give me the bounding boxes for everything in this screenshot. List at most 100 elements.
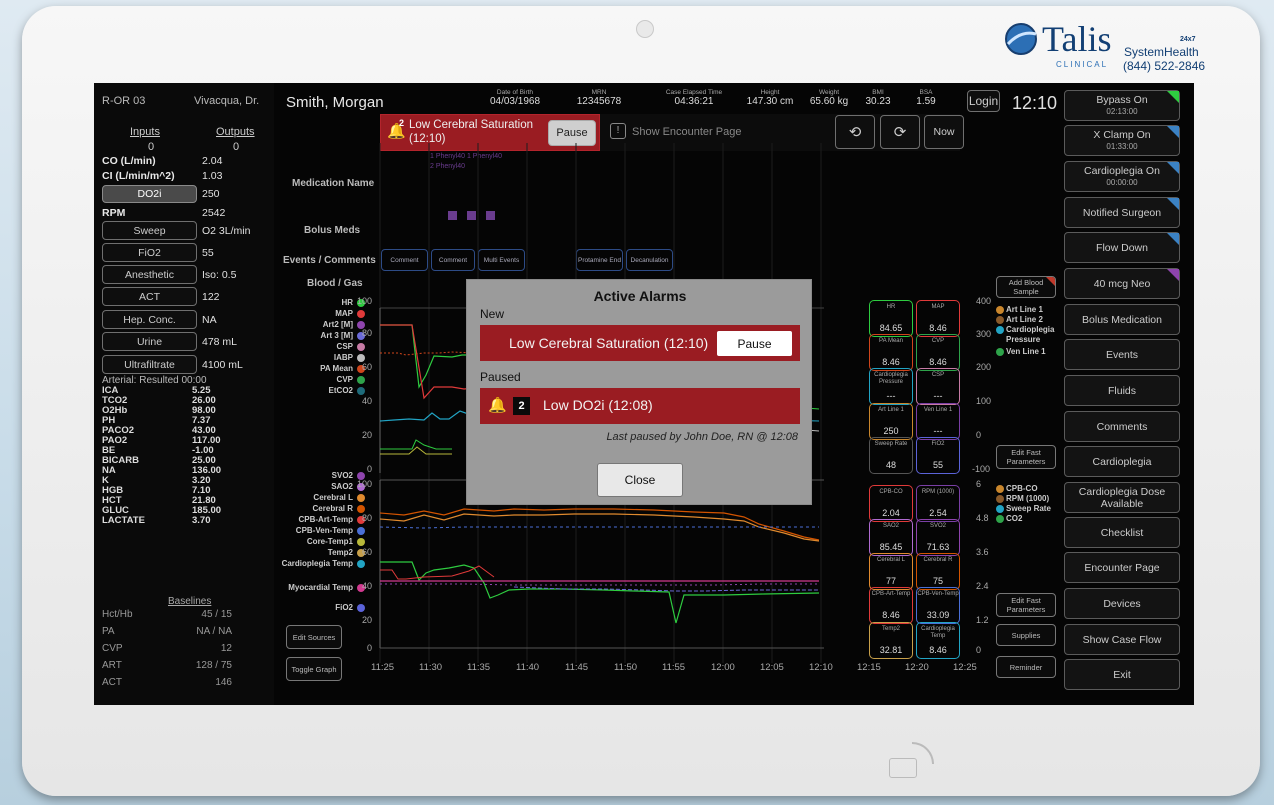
legend-cardioplegia-pressure[interactable]: Cardioplegia Pressure xyxy=(996,325,1066,345)
do2i-button[interactable]: DO2i xyxy=(102,185,197,203)
bypass-on-button[interactable]: Bypass On 02:13:00 xyxy=(1064,90,1180,121)
tile-ven-line-1[interactable]: Ven Line 1 --- xyxy=(916,403,960,440)
y-axis-bottom: 100 80 60 40 20 0 xyxy=(356,479,372,653)
co-label: CO (L/min) xyxy=(102,155,156,167)
legend-rpm[interactable]: RPM (1000) xyxy=(996,494,1066,504)
tile-cpb-co[interactable]: CPB-CO 2.04 xyxy=(869,485,913,522)
events-button[interactable]: Events xyxy=(1064,339,1180,370)
modal-close-button[interactable]: Close xyxy=(597,463,683,497)
modal-paused-label: Paused xyxy=(480,370,521,384)
inputs-label[interactable]: Inputs xyxy=(130,126,160,138)
modal-pause-button[interactable]: Pause xyxy=(717,331,792,356)
legend-art-line-2[interactable]: Art Line 2 xyxy=(996,315,1066,325)
edit-fast-parameters-button-2[interactable]: Edit Fast Parameters xyxy=(996,593,1056,617)
lab-row: NA 136.00 xyxy=(102,465,222,476)
tile-temp2[interactable]: Temp2 32.81 xyxy=(869,622,913,659)
time-axis: 11:25 11:30 11:35 11:40 11:45 11:50 11:5… xyxy=(371,662,977,673)
tile-cerebral-r[interactable]: Cerebral R 75 xyxy=(916,553,960,590)
paused-alarm-text: Low DO2i (12:08) xyxy=(543,397,653,413)
co-value: 2.04 xyxy=(202,155,223,167)
notified-surgeon-button[interactable]: Notified Surgeon xyxy=(1064,197,1180,228)
tile-map[interactable]: MAP 8.46 xyxy=(916,300,960,337)
flow-down-button[interactable]: Flow Down xyxy=(1064,232,1180,263)
hep-conc-button[interactable]: Hep. Conc. xyxy=(102,310,197,329)
toggle-graph-button[interactable]: Toggle Graph xyxy=(286,657,342,681)
legend-ven-line-1[interactable]: Ven Line 1 xyxy=(996,347,1066,357)
outputs-label[interactable]: Outputs xyxy=(216,126,255,138)
ultrafiltrate-value: 4100 mL xyxy=(202,359,243,371)
tile-sweep-rate[interactable]: Sweep Rate 48 xyxy=(869,437,913,474)
legend-right-top: Art Line 1 Art Line 2 Cardioplegia Press… xyxy=(996,305,1066,357)
ultrafiltrate-button[interactable]: Ultrafiltrate xyxy=(102,355,197,374)
alarm-text: Low Cerebral Saturation xyxy=(409,119,534,131)
mrn-field: MRN 12345678 xyxy=(576,89,622,107)
right-axis-top: 400 300 200 100 0 -100 xyxy=(972,296,992,474)
dob-field: Date of Birth 04/03/1968 xyxy=(489,89,541,107)
last-paused-note: Last paused by John Doe, RN @ 12:08 xyxy=(606,431,798,443)
tile-hr[interactable]: HR 84.65 xyxy=(869,300,913,337)
edit-fast-parameters-button-1[interactable]: Edit Fast Parameters xyxy=(996,445,1056,469)
legend-sweep-rate[interactable]: Sweep Rate xyxy=(996,504,1066,514)
camera-icon xyxy=(636,20,654,38)
tile-csp[interactable]: CSP --- xyxy=(916,368,960,405)
paused-alarm-row[interactable]: 🔔 2 Low DO2i (12:08) xyxy=(480,388,800,424)
comments-button[interactable]: Comments xyxy=(1064,411,1180,442)
cardioplegia-button[interactable]: Cardioplegia xyxy=(1064,446,1180,477)
urine-button[interactable]: Urine xyxy=(102,332,197,351)
hep-conc-value: NA xyxy=(202,314,217,326)
fluids-button[interactable]: Fluids xyxy=(1064,375,1180,406)
legend-art-line-1[interactable]: Art Line 1 xyxy=(996,305,1066,315)
supplies-button[interactable]: Supplies xyxy=(996,624,1056,646)
brand-name: Talis xyxy=(1042,19,1112,59)
baseline-row: Hct/Hb 45 / 15 xyxy=(102,609,232,620)
fio2-button[interactable]: FiO2 xyxy=(102,243,197,262)
bell-outline-icon: 🔔 xyxy=(488,397,507,414)
act-value: 122 xyxy=(202,291,220,303)
bolus-medication-button[interactable]: Bolus Medication xyxy=(1064,304,1180,335)
tile-cpb-art-temp[interactable]: CPB-Art-Temp 8.46 xyxy=(869,587,913,624)
fio2-value: 55 xyxy=(202,247,214,259)
tile-rpm[interactable]: RPM (1000) 2.54 xyxy=(916,485,960,522)
devices-button[interactable]: Devices xyxy=(1064,588,1180,619)
add-blood-sample-button[interactable]: Add Blood Sample xyxy=(996,276,1056,298)
show-case-flow-button[interactable]: Show Case Flow xyxy=(1064,624,1180,655)
legend-cpb-co[interactable]: CPB-CO xyxy=(996,484,1066,494)
encounter-page-button[interactable]: Encounter Page xyxy=(1064,552,1180,583)
brand-tag: 24x7 xyxy=(1180,36,1196,43)
weight-field: Weight 65.60 kg xyxy=(809,89,849,107)
new-alarm-row[interactable]: Low Cerebral Saturation (12:10) Pause xyxy=(480,325,800,361)
login-button[interactable]: Login xyxy=(967,90,1000,112)
legend-co2[interactable]: CO2 xyxy=(996,514,1066,524)
sweep-button[interactable]: Sweep xyxy=(102,221,197,240)
neo-40mcg-button[interactable]: 40 mcg Neo xyxy=(1064,268,1180,299)
tile-cardioplegia-temp[interactable]: Cardioplegia Temp 8.46 xyxy=(916,622,960,659)
x-clamp-on-button[interactable]: X Clamp On 01:33:00 xyxy=(1064,125,1180,156)
edit-sources-button[interactable]: Edit Sources xyxy=(286,625,342,649)
tile-pa-mean[interactable]: PA Mean 8.46 xyxy=(869,334,913,371)
reminder-button[interactable]: Reminder xyxy=(996,656,1056,678)
bsa-field: BSA 1.59 xyxy=(916,89,936,107)
anesthetic-button[interactable]: Anesthetic xyxy=(102,265,197,284)
checklist-button[interactable]: Checklist xyxy=(1064,517,1180,548)
tile-sao2[interactable]: SAO2 85.45 xyxy=(869,519,913,556)
cardioplegia-on-button[interactable]: Cardioplegia On 00:00:00 xyxy=(1064,161,1180,192)
height-field: Height 147.30 cm xyxy=(746,89,794,107)
tile-cpb-ven-temp[interactable]: CPB-Ven-Temp 33.09 xyxy=(916,587,960,624)
act-button[interactable]: ACT xyxy=(102,287,197,306)
tile-fio2[interactable]: FiO2 55 xyxy=(916,437,960,474)
baseline-row: ART 128 / 75 xyxy=(102,660,232,671)
right-axis-bottom: 6 4.8 3.6 2.4 1.2 0 xyxy=(976,479,989,655)
left-panel: R-OR 03 Vivacqua, Dr. Inputs Outputs 0 0… xyxy=(94,83,274,705)
cardioplegia-dose-button[interactable]: Cardioplegia Dose Available xyxy=(1064,482,1180,513)
baselines-list: Hct/Hb 45 / 15 PA NA / NA CVP 12 ART 128 / 7… xyxy=(102,609,242,694)
tile-cerebral-l[interactable]: Cerebral L 77 xyxy=(869,553,913,590)
talis-logo: Talis CLINICAL 24x7 SystemHealth (844) 5… xyxy=(1004,14,1205,74)
tile-svo2[interactable]: SVO2 71.63 xyxy=(916,519,960,556)
modal-new-label: New xyxy=(480,307,505,321)
tile-cvp[interactable]: CVP 8.46 xyxy=(916,334,960,371)
exit-button[interactable]: Exit xyxy=(1064,659,1180,690)
ci-value: 1.03 xyxy=(202,170,223,182)
tile-cardioplegia-pressure[interactable]: Cardioplegia Pressure --- xyxy=(869,368,913,405)
tile-art-line-1[interactable]: Art Line 1 250 xyxy=(869,403,913,440)
legend-right-bottom: CPB-CO RPM (1000) Sweep Rate CO2 xyxy=(996,484,1066,524)
